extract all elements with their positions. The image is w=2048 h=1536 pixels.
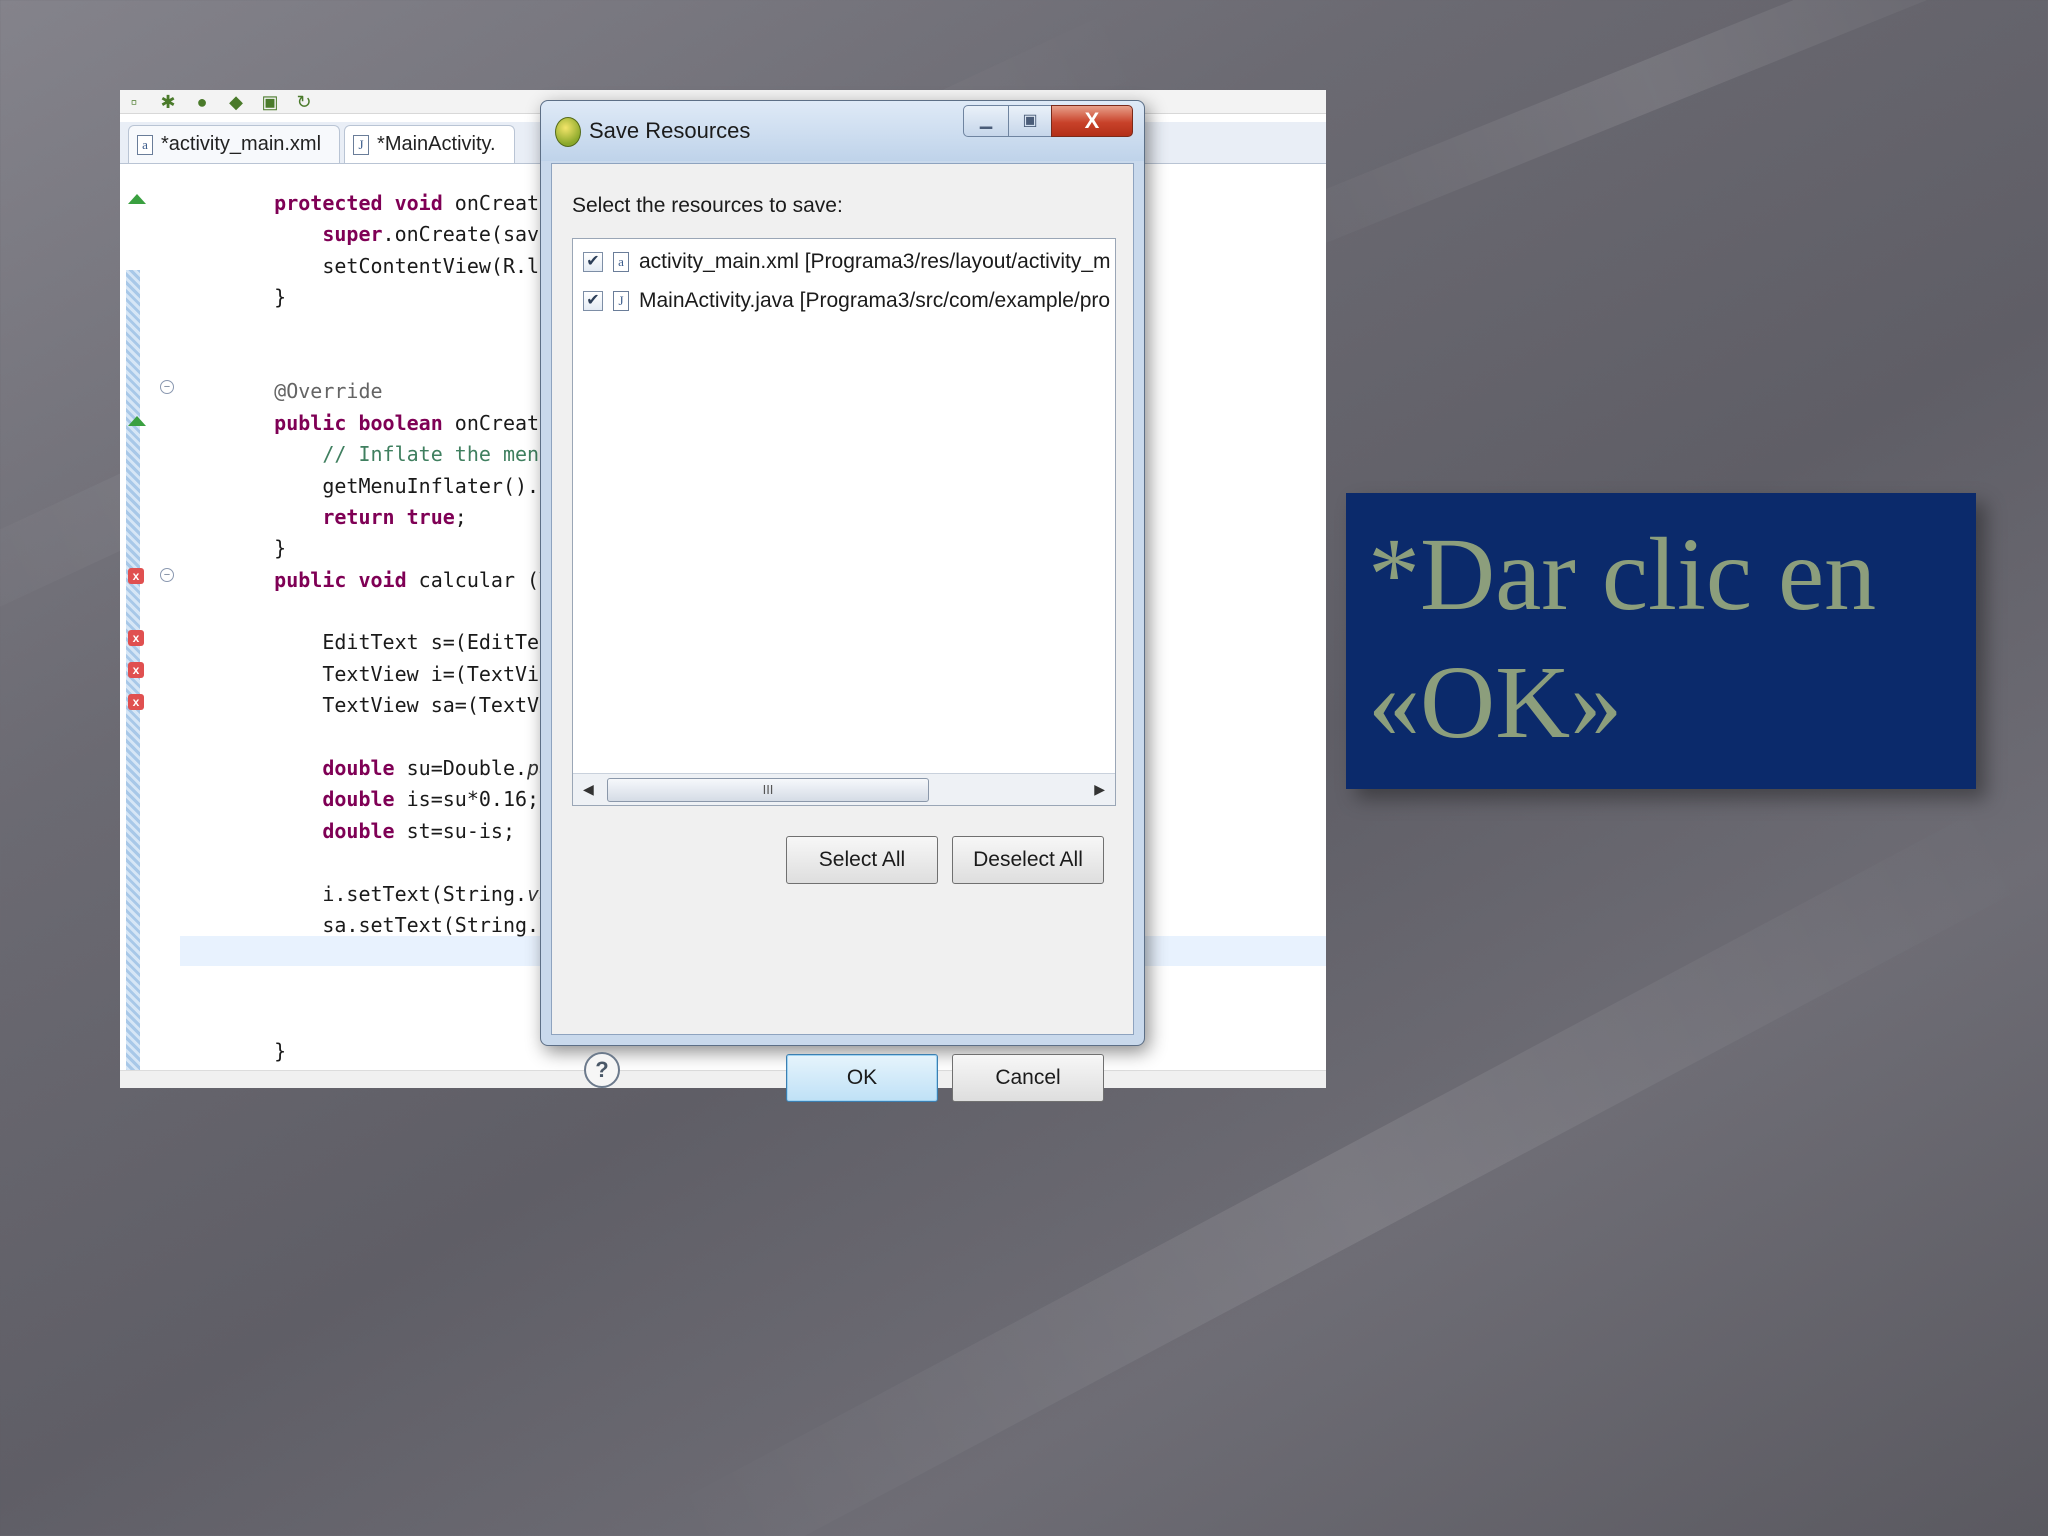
resource-checkbox[interactable]: ✔ — [583, 252, 603, 272]
code-token: return — [322, 504, 395, 529]
fold-collapse-icon[interactable]: − — [160, 568, 174, 582]
code-token: public — [274, 410, 347, 435]
code-token: } — [226, 1038, 287, 1063]
java-file-icon: J — [613, 291, 629, 311]
error-marker-icon: x — [128, 568, 144, 584]
package-icon[interactable]: ▣ — [260, 93, 280, 111]
code-token: sa.setText(String. — [226, 912, 540, 937]
error-marker-icon: x — [128, 662, 144, 678]
code-token: super — [322, 222, 383, 247]
dialog-titlebar[interactable]: Save Resources ▁ ▣ X — [541, 101, 1144, 161]
run-icon[interactable]: ● — [192, 93, 212, 111]
refresh-icon[interactable]: ↻ — [294, 93, 314, 111]
tab-main-activity-java[interactable]: J *MainActivity. — [344, 125, 515, 163]
select-all-button[interactable]: Select All — [786, 836, 938, 884]
code-token: } — [226, 285, 287, 310]
xml-file-icon: a — [613, 252, 629, 272]
help-icon[interactable]: ? — [584, 1052, 620, 1088]
code-token: st=su-is; — [394, 818, 515, 843]
fold-collapse-icon[interactable]: − — [160, 380, 174, 394]
code-token: double — [322, 787, 395, 812]
debug-icon[interactable]: ✱ — [158, 93, 178, 111]
dialog-prompt: Select the resources to save: — [572, 194, 843, 217]
tab-label: *activity_main.xml — [161, 133, 322, 155]
code-token: public — [274, 567, 347, 592]
eclipse-app-icon — [555, 117, 581, 147]
code-token: } — [226, 536, 287, 561]
scroll-thumb[interactable]: III — [607, 778, 929, 802]
override-marker-icon — [128, 194, 146, 204]
code-token: boolean — [358, 410, 443, 435]
minimize-button[interactable]: ▁ — [963, 105, 1009, 137]
error-marker-icon: x — [128, 630, 144, 646]
list-item[interactable]: ✔ a activity_main.xml [Programa3/res/lay… — [583, 247, 1111, 277]
code-token: su=Double. — [394, 756, 528, 781]
resource-label: MainActivity.java [Programa3/src/com/exa… — [639, 289, 1111, 312]
changed-lines-stripe — [126, 270, 140, 1088]
code-token: protected — [274, 191, 383, 215]
resources-list: ✔ a activity_main.xml [Programa3/res/lay… — [572, 238, 1116, 806]
code-token: double — [322, 818, 395, 843]
code-token: TextView sa=(TextView) — [226, 693, 588, 718]
resource-checkbox[interactable]: ✔ — [583, 291, 603, 311]
ok-button[interactable]: OK — [786, 1054, 938, 1102]
callout-text: *Dar clic en «OK» — [1368, 517, 1877, 760]
scroll-right-arrow-icon[interactable]: ▶ — [1094, 781, 1105, 798]
dialog-body: Select the resources to save: ✔ a activi… — [551, 163, 1134, 1102]
deselect-all-button[interactable]: Deselect All — [952, 836, 1104, 884]
error-marker-icon: x — [128, 694, 144, 710]
list-hscrollbar[interactable]: ◀ III ▶ — [573, 773, 1115, 805]
tab-activity-main-xml[interactable]: a *activity_main.xml — [128, 125, 341, 163]
code-token: setContentView(R.layou — [226, 253, 588, 278]
code-token: true — [406, 504, 455, 529]
maximize-button[interactable]: ▣ — [1008, 105, 1052, 137]
external-tools-icon[interactable]: ◆ — [226, 93, 246, 111]
close-button[interactable]: X — [1051, 105, 1133, 137]
override-marker-icon — [128, 416, 146, 426]
code-token: @Override — [274, 379, 383, 404]
code-token: is=su*0.16; — [394, 787, 540, 812]
list-item[interactable]: ✔ J MainActivity.java [Programa3/src/com… — [583, 286, 1110, 316]
cancel-button[interactable]: Cancel — [952, 1054, 1104, 1102]
code-token: ; — [454, 504, 467, 529]
java-file-icon: J — [353, 134, 370, 155]
dialog-title: Save Resources — [589, 118, 751, 143]
tab-label: *MainActivity. — [377, 133, 496, 155]
scroll-left-arrow-icon[interactable]: ◀ — [583, 781, 594, 798]
background-streak — [1223, 0, 2048, 277]
editor-hscrollbar[interactable] — [120, 1070, 1326, 1088]
xml-file-icon: a — [137, 134, 153, 155]
save-resources-dialog: Save Resources ▁ ▣ X Select the resource… — [540, 100, 1145, 1102]
new-icon[interactable]: ▫ — [124, 93, 144, 111]
code-token: getMenuInflater().infl — [226, 473, 588, 498]
code-token: i.setText(String. — [226, 881, 528, 906]
code-token: void — [358, 567, 407, 592]
instruction-callout: *Dar clic en «OK» — [1346, 493, 1976, 789]
resource-label: activity_main.xml [Programa3/res/layout/… — [639, 250, 1111, 273]
code-token: void — [394, 191, 443, 215]
code-token: double — [322, 756, 395, 781]
